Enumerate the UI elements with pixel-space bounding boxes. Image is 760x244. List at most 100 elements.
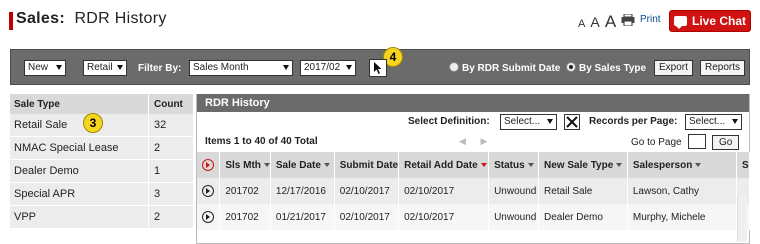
column-header-truncated[interactable]: S (736, 152, 751, 178)
column-header-label: Salesperson (632, 159, 693, 171)
column-header-sale-date[interactable]: Sale Date (270, 152, 335, 178)
pagination-bar: Items 1 to 40 of 40 Total ◀ ▶ Go to Page… (197, 132, 749, 152)
chat-bubble-icon (673, 16, 687, 29)
sale-date-cell: 01/21/2017 (270, 204, 335, 230)
table-row[interactable]: 201702 01/21/2017 02/10/2017 02/10/2017 … (197, 204, 751, 230)
retail-add-date-cell: 02/10/2017 (398, 204, 490, 230)
font-size-large-button[interactable]: A (605, 12, 616, 31)
sort-down-icon (480, 162, 487, 167)
rdr-history-panel: RDR History Select Definition: Select...… (196, 94, 751, 244)
sale-type-count: 1 (148, 160, 193, 182)
records-per-page-label: Records per Page: (589, 116, 678, 127)
chevron-down-icon (547, 119, 553, 124)
items-total-text: Items 1 to 40 of 40 Total (205, 136, 318, 147)
font-size-small-button[interactable]: A (578, 18, 585, 30)
select-definition-value: Select... (504, 116, 541, 127)
wrench-icon (566, 116, 578, 128)
page-title: Sales: RDR History (16, 10, 167, 28)
table-header-row: Sls Mth Sale Date Submit Date Retail Add… (197, 152, 751, 178)
print-link[interactable]: Print (640, 14, 661, 25)
records-per-page-dropdown[interactable]: Select... (685, 114, 742, 130)
section-name: Sales (16, 10, 60, 27)
by-rdr-submit-date-label: By RDR Submit Date (462, 63, 561, 74)
font-size-medium-button[interactable]: A (590, 14, 599, 30)
apply-filter-button[interactable] (369, 59, 387, 77)
go-button[interactable]: Go (712, 135, 740, 150)
column-header-sls-mth[interactable]: Sls Mth (219, 152, 271, 178)
filter-by-value: Sales Month (193, 62, 249, 73)
sale-type-column-header: Sale Type (14, 98, 60, 110)
select-definition-dropdown[interactable]: Select... (500, 114, 557, 130)
previous-page-button[interactable]: ◀ (459, 136, 466, 146)
sale-status-value: New (28, 62, 49, 73)
arrow-circle-icon[interactable] (202, 211, 214, 223)
sale-type-header: Sale Type Count (10, 94, 193, 114)
sale-status-select[interactable]: New (24, 60, 66, 76)
font-size-controls: A A A (578, 12, 618, 32)
row-action-cell[interactable] (197, 204, 221, 230)
next-page-button[interactable]: ▶ (480, 136, 487, 146)
sort-down-icon (616, 162, 623, 167)
sls-mth-cell: 201702 (219, 178, 271, 204)
sale-type-count: 32 (148, 114, 193, 136)
callout-badge-3: 3 (83, 113, 103, 133)
status-cell: Unwound (488, 204, 539, 230)
status-cell: Unwound (488, 178, 539, 204)
sale-type-row[interactable]: NMAC Special Lease 2 (10, 137, 193, 160)
sale-type-row[interactable]: VPP 2 (10, 206, 193, 229)
sale-type-name: VPP (14, 211, 37, 223)
live-chat-label: Live Chat (691, 14, 746, 28)
sales-month-value: 2017/02 (304, 62, 341, 73)
printer-icon[interactable] (621, 14, 635, 26)
sale-category-value: Retail (87, 62, 113, 73)
column-header-label: Submit Date (339, 159, 399, 171)
sale-type-summary: Sale Type Count Retail Sale 32 NMAC Spec… (10, 94, 193, 234)
by-sales-type-label: By Sales Type (579, 63, 647, 74)
arrow-circle-icon[interactable] (202, 185, 214, 197)
column-header-retail-add-date[interactable]: Retail Add Date (398, 152, 490, 178)
records-per-page-value: Select... (689, 116, 726, 127)
sale-type-row[interactable]: Special APR 3 (10, 183, 193, 206)
submit-date-cell: 02/10/2017 (334, 178, 400, 204)
sale-category-select[interactable]: Retail (83, 60, 127, 76)
column-header-status[interactable]: Status (488, 152, 539, 178)
tools-icon[interactable] (564, 114, 580, 130)
retail-add-date-cell: 02/10/2017 (398, 178, 490, 204)
sort-down-icon (695, 162, 702, 167)
pager-controls: ◀ ▶ (459, 136, 499, 147)
select-all-header[interactable] (197, 152, 221, 178)
definition-bar: Select Definition: Select... Records per… (197, 112, 749, 132)
column-header-label: Sale Date (275, 159, 321, 171)
sort-down-icon (527, 162, 534, 167)
column-header-label: New Sale Type (544, 159, 614, 171)
table-row[interactable]: 201702 12/17/2016 02/10/2017 02/10/2017 … (197, 178, 751, 204)
column-header-label: Retail Add Date (404, 159, 478, 171)
select-definition-label: Select Definition: (408, 116, 490, 127)
salesperson-cell: Lawson, Cathy (627, 178, 737, 204)
by-rdr-submit-date-radio[interactable] (449, 62, 459, 72)
sale-type-count: 3 (148, 183, 193, 205)
chevron-down-icon (56, 65, 62, 70)
row-action-cell[interactable] (197, 178, 221, 204)
column-header-label: Status (494, 159, 525, 171)
sale-type-count: 2 (148, 137, 193, 159)
filter-by-label: Filter By: (138, 63, 182, 74)
sale-type-name: Special APR (14, 188, 76, 200)
column-header-salesperson[interactable]: Salesperson (627, 152, 737, 178)
chevron-down-icon (283, 65, 289, 70)
filter-by-select[interactable]: Sales Month (189, 60, 293, 76)
column-header-new-sale-type[interactable]: New Sale Type (538, 152, 628, 178)
vertical-scrollbar[interactable] (737, 196, 747, 242)
live-chat-button[interactable]: Live Chat (669, 10, 751, 32)
column-header-label: Sls Mth (225, 159, 261, 171)
new-sale-type-cell: Retail Sale (538, 178, 628, 204)
sls-mth-cell: 201702 (219, 204, 271, 230)
export-button[interactable]: Export (654, 60, 693, 76)
reports-button[interactable]: Reports (700, 60, 746, 76)
by-sales-type-radio[interactable] (566, 62, 576, 72)
sales-month-select[interactable]: 2017/02 (300, 60, 356, 76)
new-sale-type-cell: Dealer Demo (538, 204, 628, 230)
column-header-submit-date[interactable]: Submit Date (334, 152, 400, 178)
sale-type-row[interactable]: Dealer Demo 1 (10, 160, 193, 183)
go-to-page-input[interactable] (688, 134, 706, 149)
